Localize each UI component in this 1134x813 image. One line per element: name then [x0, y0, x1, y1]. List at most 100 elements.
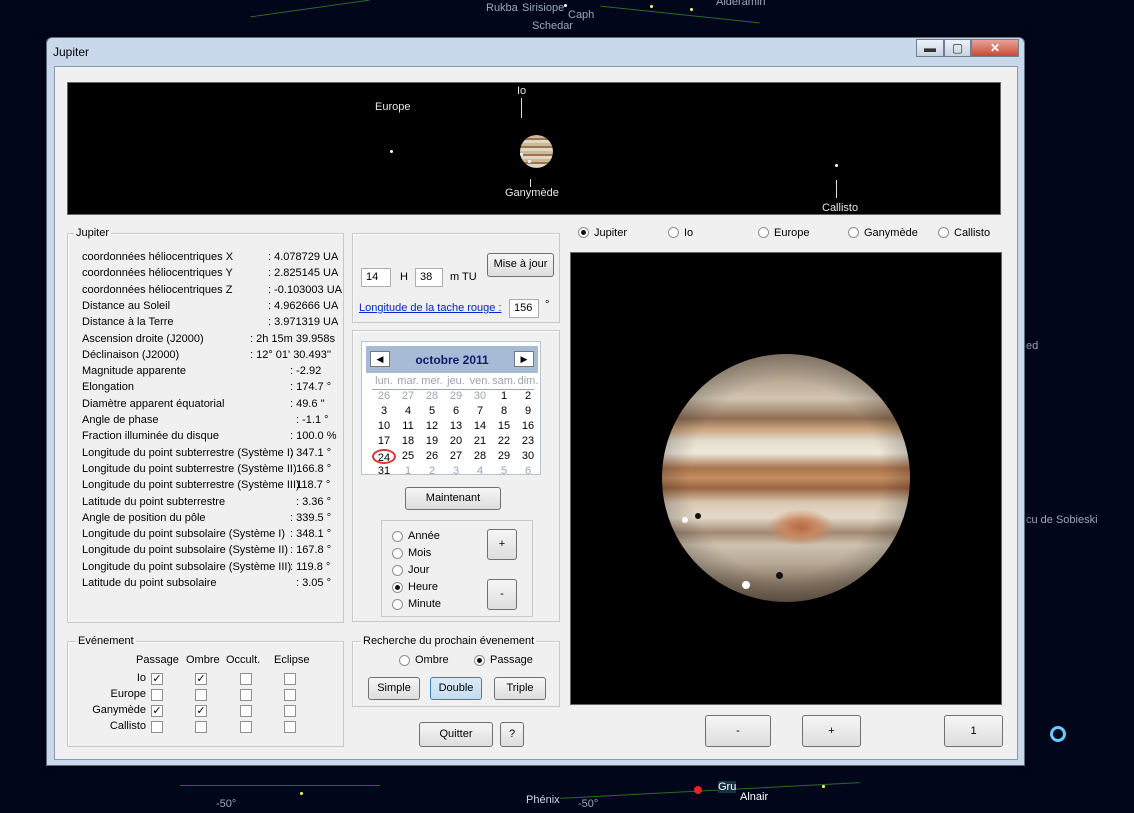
step-plus-button[interactable]: + [487, 529, 517, 560]
view-radio[interactable] [758, 227, 769, 238]
next-month-button[interactable]: ▶ [514, 351, 534, 367]
triple-search-button[interactable]: Triple [494, 677, 546, 700]
calendar-day[interactable]: 8 [492, 404, 516, 419]
calendar-day[interactable]: 15 [492, 419, 516, 434]
jupiter-window: Jupiter ▬ ▢ ✕ Europe Io Ganymède Callist… [46, 37, 1025, 766]
calendar-day[interactable]: 4 [468, 464, 492, 479]
calendar-day[interactable]: 10 [372, 419, 396, 434]
calendar-day[interactable]: 1 [492, 389, 516, 404]
event-checkbox[interactable] [240, 705, 252, 717]
calendar-day[interactable]: 6 [444, 404, 468, 419]
calendar-day[interactable]: 17 [372, 434, 396, 449]
title-bar[interactable]: Jupiter ▬ ▢ ✕ [47, 38, 1024, 65]
moon-dot-europe [390, 150, 393, 153]
search-radio-ombre[interactable] [399, 655, 410, 666]
minimize-button[interactable]: ▬ [916, 39, 944, 57]
simple-search-button[interactable]: Simple [368, 677, 420, 700]
update-button[interactable]: Mise à jour [487, 253, 554, 277]
calendar-day[interactable]: 29 [492, 449, 516, 464]
calendar-day[interactable]: 30 [468, 389, 492, 404]
calendar-day[interactable]: 19 [420, 434, 444, 449]
calendar-day[interactable]: 26 [420, 449, 444, 464]
info-label: Angle de position du pôle [82, 511, 206, 524]
calendar-day[interactable]: 26 [372, 389, 396, 404]
event-checkbox[interactable]: ✓ [195, 673, 207, 685]
calendar-day[interactable]: 24 [372, 449, 396, 464]
red-spot-longitude-link[interactable]: Longitude de la tache rouge : [359, 302, 502, 314]
calendar-day[interactable]: 5 [492, 464, 516, 479]
calendar-month-title[interactable]: octobre 2011 [366, 353, 538, 367]
minutes-input[interactable]: 38 [415, 268, 443, 287]
event-checkbox[interactable] [284, 705, 296, 717]
calendar-day[interactable]: 5 [420, 404, 444, 419]
event-checkbox[interactable] [240, 689, 252, 701]
event-checkbox[interactable] [284, 721, 296, 733]
calendar-day[interactable]: 4 [396, 404, 420, 419]
zoom-out-button[interactable]: - [705, 715, 771, 747]
zoom-in-button[interactable]: + [802, 715, 861, 747]
step-radio[interactable] [392, 548, 403, 559]
calendar-day[interactable]: 3 [444, 464, 468, 479]
calendar-day[interactable]: 12 [420, 419, 444, 434]
event-checkbox[interactable] [284, 689, 296, 701]
calendar-day[interactable]: 2 [516, 389, 540, 404]
calendar-day[interactable]: 18 [396, 434, 420, 449]
event-checkbox[interactable] [284, 673, 296, 685]
view-radio[interactable] [938, 227, 949, 238]
calendar-day[interactable]: 28 [420, 389, 444, 404]
info-label: Déclinaison (J2000) [82, 348, 180, 361]
calendar-day[interactable]: 16 [516, 419, 540, 434]
zoom-reset-button[interactable]: 1 [944, 715, 1003, 747]
event-checkbox[interactable]: ✓ [151, 705, 163, 717]
calendar-day[interactable]: 11 [396, 419, 420, 434]
event-checkbox[interactable] [151, 721, 163, 733]
calendar-day[interactable]: 7 [468, 404, 492, 419]
maximize-button[interactable]: ▢ [944, 39, 971, 57]
hours-input[interactable]: 14 [361, 268, 391, 287]
search-radio-passage[interactable] [474, 655, 485, 666]
event-row-label: Ganymède [92, 704, 146, 716]
view-radio[interactable] [668, 227, 679, 238]
event-checkbox[interactable]: ✓ [151, 673, 163, 685]
calendar-day[interactable]: 3 [372, 404, 396, 419]
calendar-day[interactable]: 31 [372, 464, 396, 479]
step-minus-button[interactable]: - [487, 579, 517, 610]
calendar-day[interactable]: 29 [444, 389, 468, 404]
calendar-day[interactable]: 2 [420, 464, 444, 479]
calendar-day[interactable]: 9 [516, 404, 540, 419]
now-button[interactable]: Maintenant [405, 487, 501, 510]
double-search-button[interactable]: Double [430, 677, 482, 700]
moon-label-ganymede: Ganymède [505, 187, 559, 199]
calendar-day[interactable]: 23 [516, 434, 540, 449]
calendar-day[interactable]: 30 [516, 449, 540, 464]
red-spot-longitude-input[interactable]: 156 [509, 299, 539, 318]
event-checkbox[interactable] [240, 721, 252, 733]
calendar-day[interactable]: 20 [444, 434, 468, 449]
event-checkbox[interactable] [195, 721, 207, 733]
close-button[interactable]: ✕ [971, 39, 1019, 57]
step-radio[interactable] [392, 582, 403, 593]
calendar-day[interactable]: 27 [444, 449, 468, 464]
event-checkbox[interactable] [240, 673, 252, 685]
step-radio[interactable] [392, 565, 403, 576]
event-checkbox[interactable] [195, 689, 207, 701]
view-radio[interactable] [578, 227, 589, 238]
calendar-day[interactable]: 25 [396, 449, 420, 464]
calendar-day[interactable]: 14 [468, 419, 492, 434]
calendar-day[interactable]: 6 [516, 464, 540, 479]
quit-button[interactable]: Quitter [419, 722, 493, 747]
month-calendar[interactable]: ◀ octobre 2011 ▶ lun. mar. mer. jeu. ven. sam… [361, 341, 541, 477]
view-radio[interactable] [848, 227, 859, 238]
calendar-day[interactable]: 27 [396, 389, 420, 404]
calendar-day[interactable]: 21 [468, 434, 492, 449]
group-title: Recherche du prochain évenement [361, 635, 537, 647]
event-checkbox[interactable]: ✓ [195, 705, 207, 717]
help-button[interactable]: ? [500, 722, 524, 747]
calendar-day[interactable]: 22 [492, 434, 516, 449]
step-radio[interactable] [392, 599, 403, 610]
calendar-day[interactable]: 13 [444, 419, 468, 434]
event-checkbox[interactable] [151, 689, 163, 701]
calendar-day[interactable]: 1 [396, 464, 420, 479]
step-radio[interactable] [392, 531, 403, 542]
calendar-day[interactable]: 28 [468, 449, 492, 464]
